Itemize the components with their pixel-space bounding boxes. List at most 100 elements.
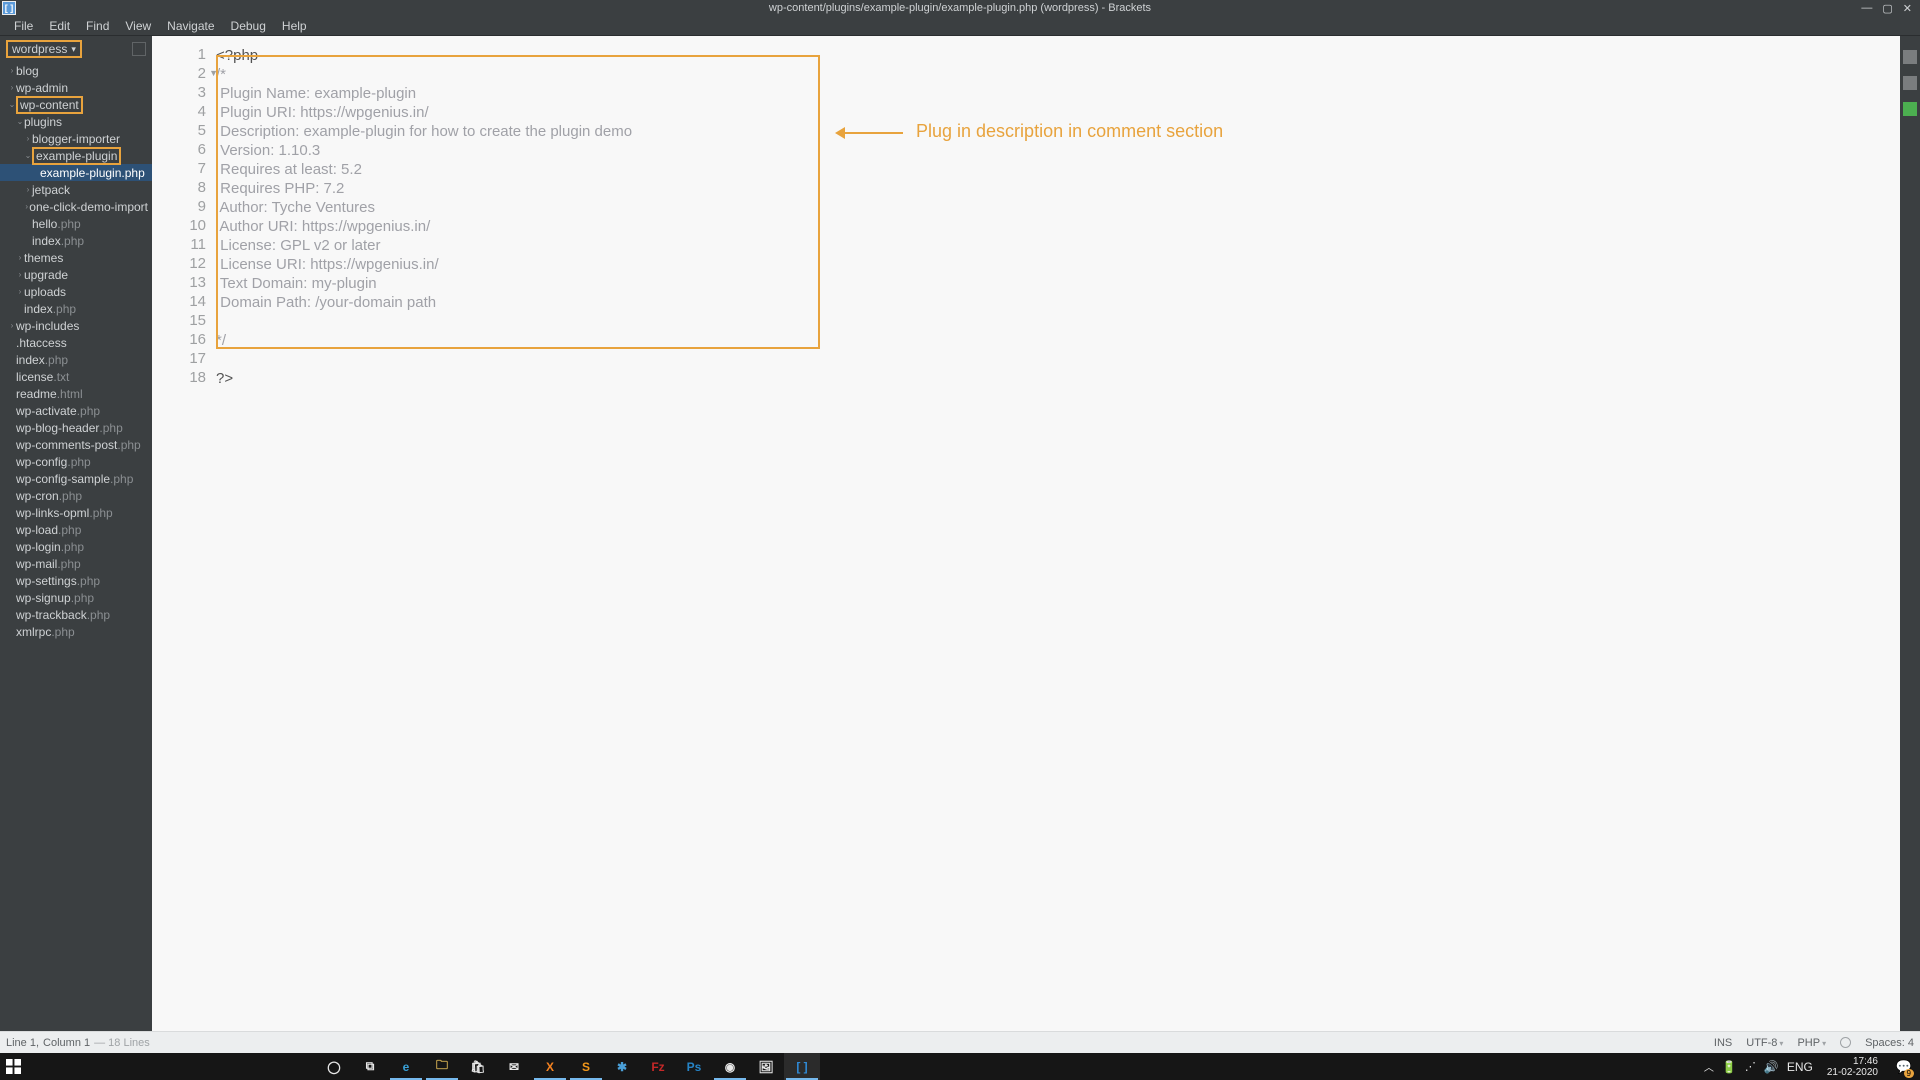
code-line: Domain Path: /your-domain path: [216, 293, 1900, 312]
chevron-icon: ⌄: [24, 151, 32, 160]
tree-item-uploads[interactable]: ›uploads: [0, 283, 152, 300]
windows-taskbar: ◯⧉e🗀🛍✉XS✱FzPs◉🖼[ ] ︿ 🔋 ⋰ 🔊 ENG 17:46 21-…: [0, 1053, 1920, 1080]
tree-item-jetpack[interactable]: ›jetpack: [0, 181, 152, 198]
photoshop-icon[interactable]: Ps: [676, 1053, 712, 1080]
menu-help[interactable]: Help: [274, 17, 315, 35]
menu-debug[interactable]: Debug: [223, 17, 274, 35]
status-encoding[interactable]: UTF-8▾: [1746, 1037, 1783, 1049]
code-line: ?>: [216, 369, 1900, 388]
tray-chevron-up-icon[interactable]: ︿: [1704, 1059, 1714, 1074]
code-area[interactable]: Plug in description in comment section <…: [216, 36, 1900, 1031]
cortana-circle-icon[interactable]: ◯: [316, 1053, 352, 1080]
store-icon[interactable]: 🛍: [460, 1053, 496, 1080]
line-number: 17: [152, 350, 216, 369]
xampp-icon[interactable]: X: [532, 1053, 568, 1080]
window-title: wp-content/plugins/example-plugin/exampl…: [769, 2, 1151, 14]
tree-item-wp-admin[interactable]: ›wp-admin: [0, 79, 152, 96]
mail-icon[interactable]: ✉: [496, 1053, 532, 1080]
tree-item-wp-links-opml[interactable]: wp-links-opml.php: [0, 504, 152, 521]
tray-clock[interactable]: 17:46 21-02-2020: [1821, 1056, 1884, 1078]
status-lint-icon[interactable]: [1840, 1037, 1851, 1048]
chevron-icon: ›: [8, 66, 16, 75]
tree-item-one-click-demo-import[interactable]: ›one-click-demo-import: [0, 198, 152, 215]
tree-item-wp-mail[interactable]: wp-mail.php: [0, 555, 152, 572]
menu-edit[interactable]: Edit: [41, 17, 78, 35]
code-line: <?php: [216, 46, 1900, 65]
tree-item-wp-comments-post[interactable]: wp-comments-post.php: [0, 436, 152, 453]
code-line: Text Domain: my-plugin: [216, 274, 1900, 293]
tree-item-xmlrpc[interactable]: xmlrpc.php: [0, 623, 152, 640]
start-button[interactable]: [0, 1053, 26, 1080]
minimize-button[interactable]: —: [1861, 2, 1872, 15]
tray-wifi-icon[interactable]: ⋰: [1745, 1060, 1756, 1073]
tree-item-blogger-importer[interactable]: ›blogger-importer: [0, 130, 152, 147]
tree-item-index[interactable]: index.php: [0, 232, 152, 249]
extension-manager-icon[interactable]: [1903, 76, 1917, 90]
code-line: Requires at least: 5.2: [216, 160, 1900, 179]
tree-item-upgrade[interactable]: ›upgrade: [0, 266, 152, 283]
menu-file[interactable]: File: [6, 17, 41, 35]
tree-item-blog[interactable]: ›blog: [0, 62, 152, 79]
photos-icon[interactable]: 🖼: [748, 1053, 784, 1080]
code-editor[interactable]: 12▼3456789101112131415161718 Plug in des…: [152, 36, 1900, 1031]
brackets-icon[interactable]: [ ]: [784, 1053, 820, 1080]
filezilla-icon[interactable]: Fz: [640, 1053, 676, 1080]
sublime-icon[interactable]: S: [568, 1053, 604, 1080]
status-cursor-line[interactable]: Line 1,: [6, 1037, 39, 1049]
tree-item-wp-trackback[interactable]: wp-trackback.php: [0, 606, 152, 623]
slack-icon[interactable]: ✱: [604, 1053, 640, 1080]
menu-view[interactable]: View: [117, 17, 159, 35]
status-insert-mode[interactable]: INS: [1714, 1037, 1732, 1049]
tree-item-wp-config-sample[interactable]: wp-config-sample.php: [0, 470, 152, 487]
status-cursor-column[interactable]: Column 1: [43, 1037, 90, 1049]
tree-item-plugins[interactable]: ⌄plugins: [0, 113, 152, 130]
right-toolbar: [1900, 36, 1920, 1031]
menu-navigate[interactable]: Navigate: [159, 17, 222, 35]
highlight-box: wp-content: [16, 96, 83, 114]
extension-update-icon[interactable]: [1903, 102, 1917, 116]
tree-item-wp-blog-header[interactable]: wp-blog-header.php: [0, 419, 152, 436]
status-spaces[interactable]: Spaces: 4: [1865, 1037, 1914, 1049]
line-number: 8: [152, 179, 216, 198]
status-language[interactable]: PHP▾: [1797, 1037, 1826, 1049]
split-view-icon[interactable]: [132, 42, 146, 56]
tree-item-wp-content[interactable]: ⌄wp-content: [0, 96, 152, 113]
menu-find[interactable]: Find: [78, 17, 117, 35]
close-button[interactable]: ✕: [1903, 2, 1912, 15]
tree-item-wp-load[interactable]: wp-load.php: [0, 521, 152, 538]
chrome-icon[interactable]: ◉: [712, 1053, 748, 1080]
file-explorer-icon[interactable]: 🗀: [424, 1053, 460, 1080]
tree-item-wp-activate[interactable]: wp-activate.php: [0, 402, 152, 419]
code-line: License: GPL v2 or later: [216, 236, 1900, 255]
tray-language[interactable]: ENG: [1787, 1060, 1813, 1074]
tree-item-wp-cron[interactable]: wp-cron.php: [0, 487, 152, 504]
tree-item-license[interactable]: license.txt: [0, 368, 152, 385]
tree-item-wp-settings[interactable]: wp-settings.php: [0, 572, 152, 589]
maximize-button[interactable]: ▢: [1882, 2, 1892, 15]
project-selector[interactable]: wordpress ▾: [6, 40, 82, 58]
menubar: FileEditFindViewNavigateDebugHelp: [0, 16, 1920, 36]
taskview-icon[interactable]: ⧉: [352, 1053, 388, 1080]
tree-item-wp-login[interactable]: wp-login.php: [0, 538, 152, 555]
tree-item-index[interactable]: index.php: [0, 300, 152, 317]
tree-item-wp-config[interactable]: wp-config.php: [0, 453, 152, 470]
tree-item-wp-signup[interactable]: wp-signup.php: [0, 589, 152, 606]
status-total-lines: — 18 Lines: [94, 1037, 150, 1049]
tree-item-themes[interactable]: ›themes: [0, 249, 152, 266]
chevron-icon: ⌄: [8, 100, 16, 109]
tree-item-readme[interactable]: readme.html: [0, 385, 152, 402]
tree-item-hello[interactable]: hello.php: [0, 215, 152, 232]
tree-item-index[interactable]: index.php: [0, 351, 152, 368]
tree-item-example-plugin[interactable]: example-plugin.php: [0, 164, 152, 181]
line-number: 9: [152, 198, 216, 217]
line-number: 1: [152, 46, 216, 65]
tray-battery-icon[interactable]: 🔋: [1722, 1060, 1737, 1074]
tray-volume-icon[interactable]: 🔊: [1764, 1060, 1779, 1074]
tree-item-.htaccess[interactable]: .htaccess: [0, 334, 152, 351]
live-preview-icon[interactable]: [1903, 50, 1917, 64]
tray-notifications-icon[interactable]: 💬 9: [1892, 1053, 1916, 1080]
tree-item-example-plugin[interactable]: ⌄example-plugin: [0, 147, 152, 164]
tree-item-wp-includes[interactable]: ›wp-includes: [0, 317, 152, 334]
edge-icon[interactable]: e: [388, 1053, 424, 1080]
line-number: 10: [152, 217, 216, 236]
